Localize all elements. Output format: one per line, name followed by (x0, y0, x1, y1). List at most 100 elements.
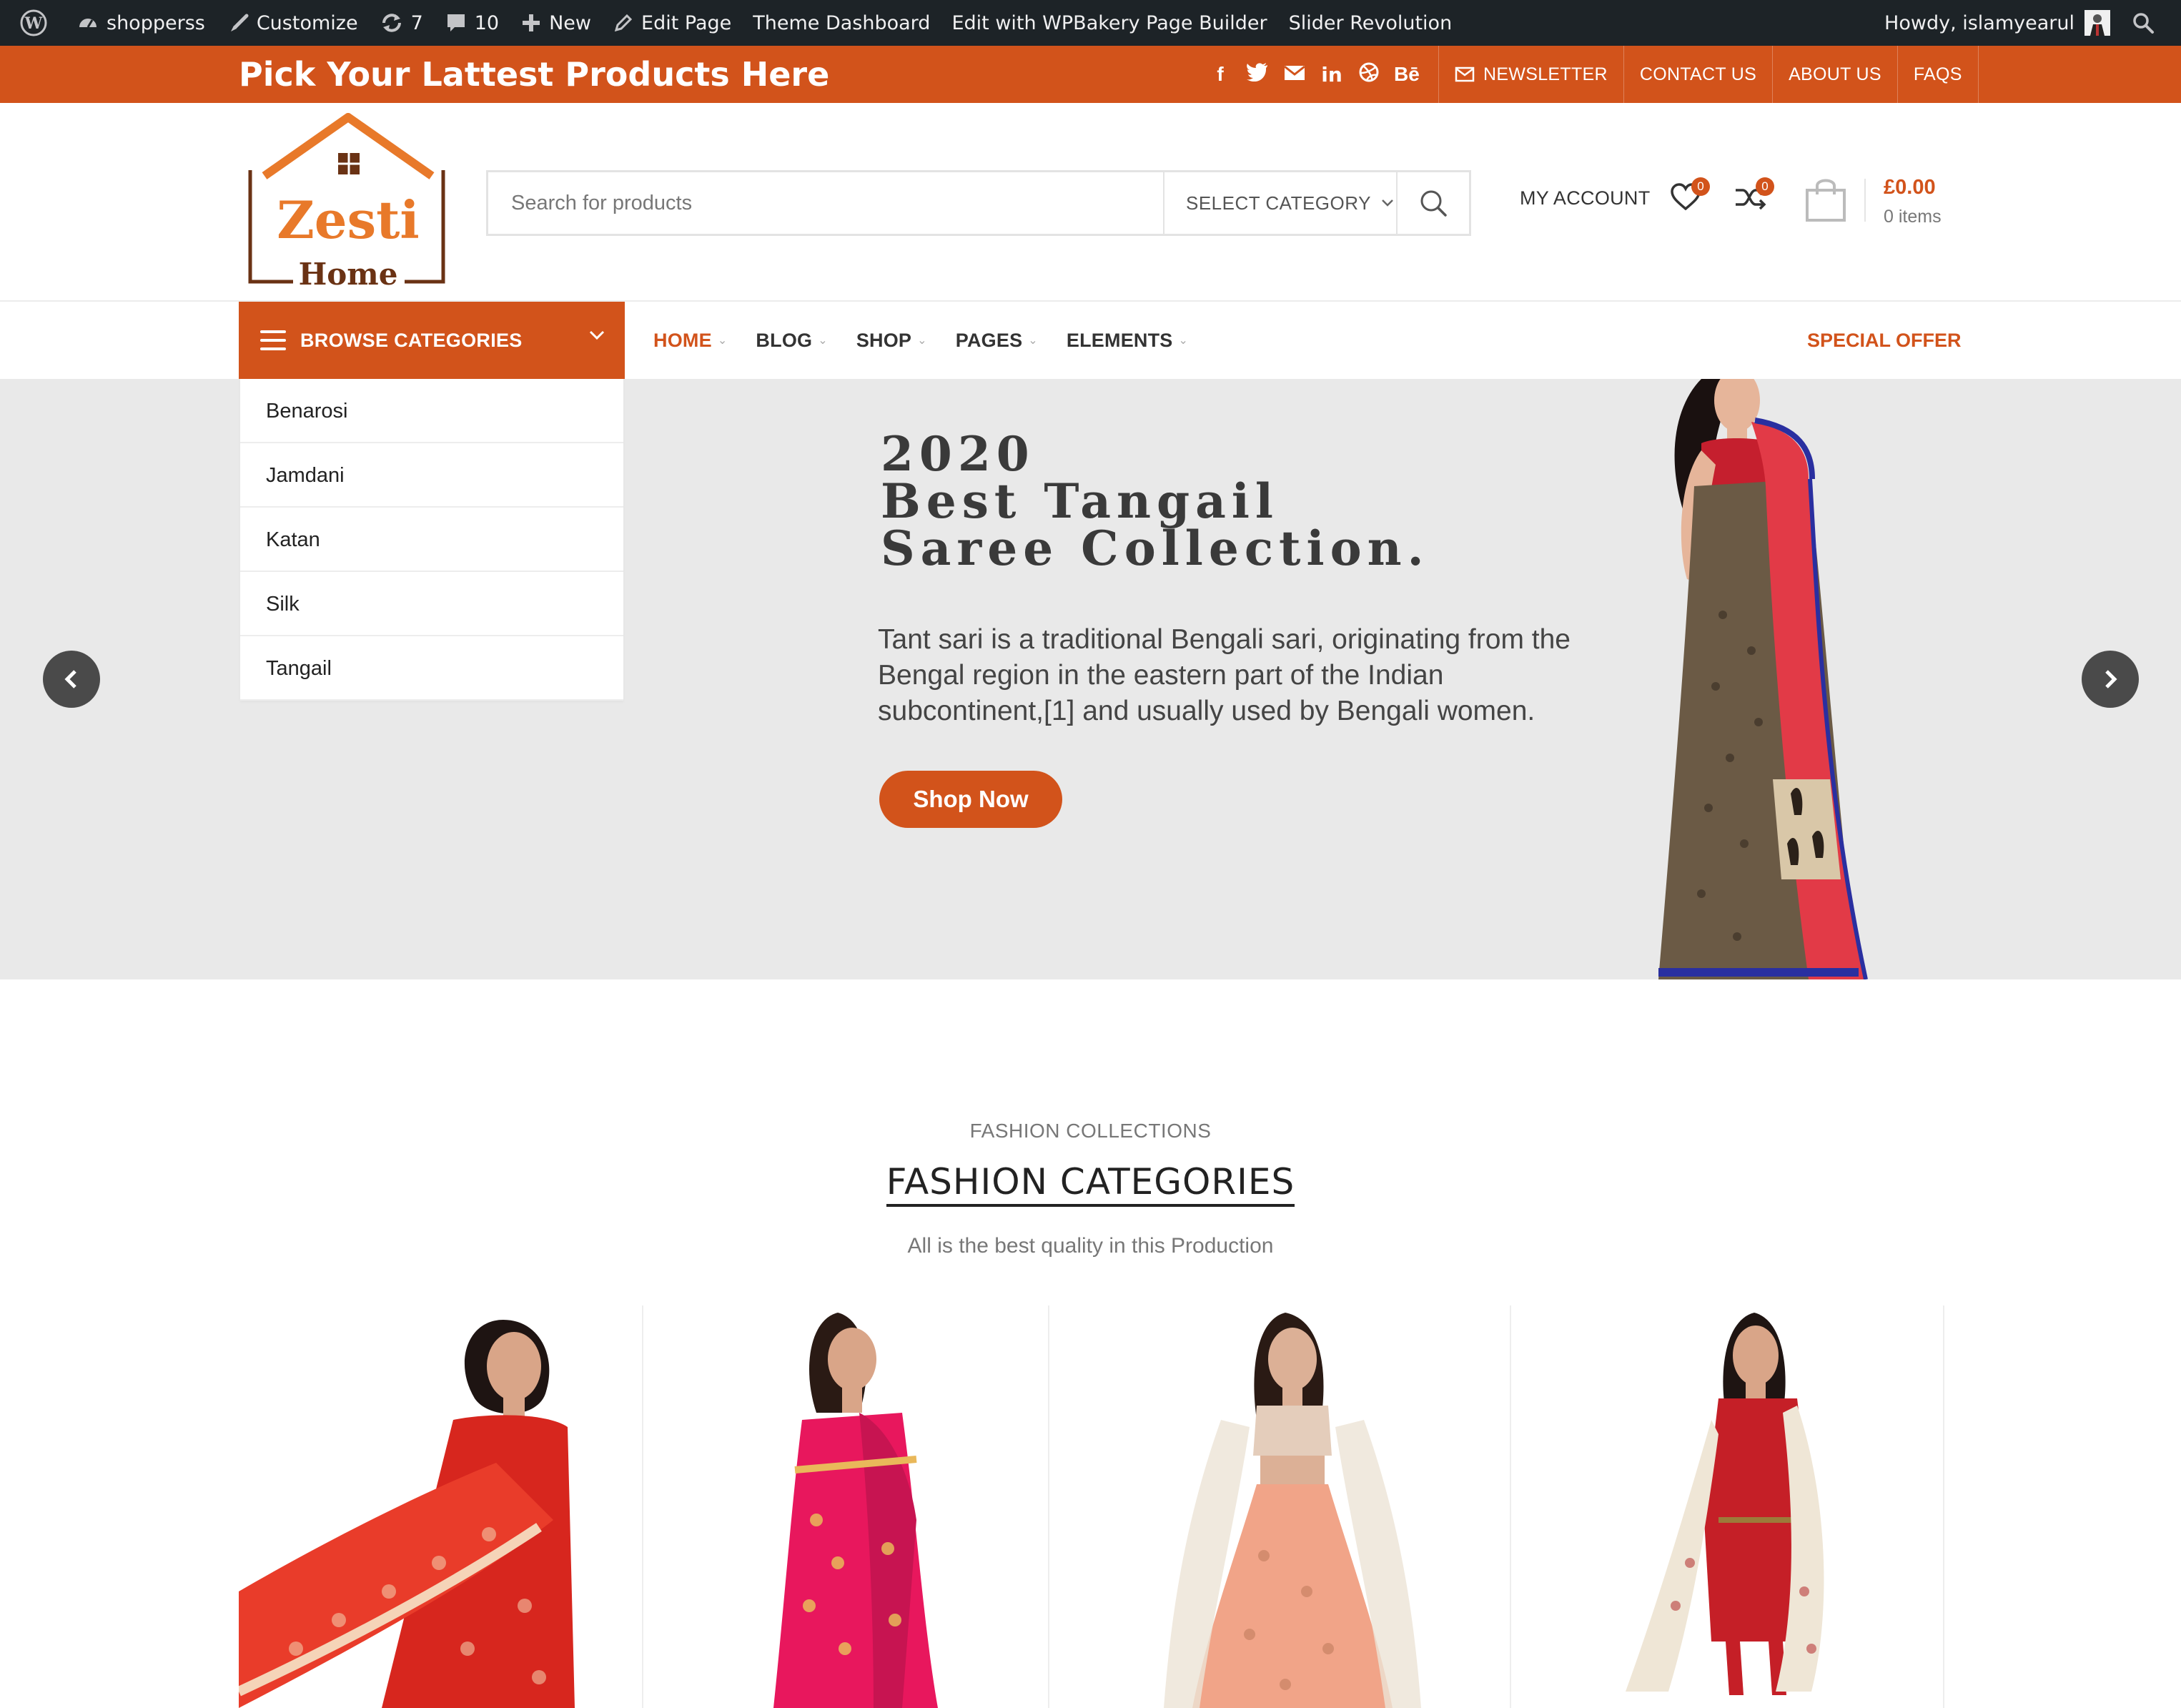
twitter-icon[interactable] (1245, 62, 1270, 87)
admin-wpbakery-link[interactable]: Edit with WPBakery Page Builder (941, 0, 1277, 46)
newsletter-link[interactable]: NEWSLETTER (1438, 46, 1623, 103)
promo-text: Pick Your Lattest Products Here (239, 55, 830, 94)
behance-icon[interactable]: Bē (1394, 63, 1420, 86)
category-card[interactable] (645, 1305, 1049, 1708)
slider-prev-button[interactable] (43, 651, 100, 708)
admin-user-menu[interactable]: Howdy, islamyearul (1874, 0, 2121, 46)
search-button[interactable] (1396, 172, 1469, 234)
browse-categories-button[interactable]: BROWSE CATEGORIES (239, 302, 625, 379)
category-image (239, 1320, 575, 1708)
facebook-icon[interactable]: f (1208, 63, 1232, 86)
hero-slider: Benarosi Jamdani Katan Silk Tangail 2020… (0, 379, 2181, 979)
avatar (2084, 10, 2110, 36)
admin-new-link[interactable]: New (510, 0, 602, 46)
linkedin-icon[interactable]: in (1320, 63, 1344, 87)
section-description: All is the best quality in this Producti… (907, 1234, 1274, 1258)
site-logo[interactable]: Zesti Home (243, 113, 453, 292)
category-card[interactable] (239, 1305, 643, 1708)
comment-icon (447, 14, 465, 31)
category-item-silk[interactable]: Silk (240, 572, 623, 636)
admin-theme-dashboard-link[interactable]: Theme Dashboard (742, 0, 941, 46)
chevron-down-icon: ⌄ (717, 335, 728, 347)
site-header: Zesti Home Search for products SELECT CA… (0, 103, 2181, 302)
menu-item-home[interactable]: HOME ⌄ (653, 330, 727, 352)
category-item-jamdani[interactable]: Jamdani (240, 443, 623, 508)
special-offer-link[interactable]: SPECIAL OFFER (1807, 302, 1962, 379)
admin-site-link[interactable]: shopperss (66, 0, 216, 46)
logo-text-home: Home (299, 257, 398, 292)
menu-item-elements[interactable]: ELEMENTS ⌄ (1067, 330, 1188, 352)
howdy-text: Howdy, islamyearul (1884, 11, 2074, 34)
category-image (1164, 1313, 1421, 1708)
faqs-link[interactable]: FAQS (1896, 46, 1979, 103)
slide-title: 2020 Best Tangail Saree Collection. (881, 426, 1430, 576)
menu-item-shop[interactable]: SHOP ⌄ (856, 330, 927, 352)
admin-slider-revolution-link[interactable]: Slider Revolution (1278, 0, 1463, 46)
category-item-tangail[interactable]: Tangail (240, 636, 623, 701)
main-navigation: BROWSE CATEGORIES HOME ⌄ BLOG ⌄ SHOP ⌄ PAGE… (0, 302, 2181, 379)
section-subtitle: FASHION COLLECTIONS (969, 1120, 1212, 1142)
compare-count-badge: 0 (1756, 177, 1774, 196)
contact-us-link[interactable]: CONTACT US (1623, 46, 1772, 103)
admin-site-name: shopperss (107, 11, 205, 34)
category-image (1626, 1313, 1824, 1695)
pencil-icon (614, 14, 633, 32)
chevron-down-icon (1382, 199, 1393, 207)
menu-bar: HOME ⌄ BLOG ⌄ SHOP ⌄ PAGES ⌄ ELEMENTS ⌄ (653, 302, 1188, 379)
admin-edit-page-link[interactable]: Edit Page (602, 0, 742, 46)
social-links: f in Bē (1208, 46, 1420, 103)
chevron-down-icon: ⌄ (1178, 335, 1189, 347)
cart-divider (1864, 179, 1866, 222)
cart-total[interactable]: £0.00 (1884, 176, 1936, 199)
top-bar: Pick Your Lattest Products Here f in Bē … (0, 46, 2181, 103)
menu-item-blog[interactable]: BLOG ⌄ (756, 330, 827, 352)
dribbble-icon[interactable] (1357, 61, 1381, 88)
chevron-down-icon (589, 330, 605, 340)
slide-description: Tant sari is a traditional Bengali sari,… (878, 624, 1571, 726)
admin-comments-link[interactable]: 10 (434, 0, 510, 46)
section-title: FASHION CATEGORIES (0, 1161, 2181, 1207)
category-item-benarosi[interactable]: Benarosi (240, 379, 623, 443)
chevron-down-icon: ⌄ (818, 335, 828, 347)
category-card[interactable] (1078, 1305, 1511, 1708)
my-account-link[interactable]: MY ACCOUNT (1520, 187, 1651, 209)
dashboard-icon (79, 19, 97, 28)
chevron-left-icon (64, 670, 76, 688)
admin-customize-link[interactable]: Customize (216, 0, 369, 46)
menu-item-pages[interactable]: PAGES ⌄ (956, 330, 1038, 352)
search-icon (1420, 190, 1447, 217)
compare-button[interactable]: 0 (1734, 177, 1774, 220)
email-icon[interactable] (1282, 63, 1307, 86)
cart-button[interactable] (1804, 176, 1847, 222)
hamburger-icon (260, 330, 286, 350)
shopping-bag-icon (1806, 179, 1846, 222)
category-dropdown-list: Benarosi Jamdani Katan Silk Tangail (240, 379, 623, 701)
svg-text:W: W (24, 14, 43, 33)
cart-item-count: 0 items (1884, 207, 1942, 227)
brush-icon (230, 14, 249, 31)
chevron-right-icon (2105, 670, 2117, 688)
plus-icon (523, 14, 540, 31)
updates-icon (382, 14, 401, 32)
wishlist-count-badge: 0 (1691, 177, 1710, 196)
chevron-down-icon: ⌄ (917, 335, 927, 347)
logo-text-zesti: Zesti (277, 189, 420, 250)
search-input[interactable]: Search for products (511, 172, 692, 234)
shop-now-button[interactable]: Shop Now (879, 771, 1062, 828)
slider-next-button[interactable] (2082, 651, 2139, 708)
admin-updates-link[interactable]: 7 (369, 0, 434, 46)
select-category-dropdown[interactable]: SELECT CATEGORY (1163, 172, 1398, 234)
chevron-down-icon: ⌄ (1028, 335, 1038, 347)
wordpress-logo-icon[interactable]: W (9, 0, 66, 46)
category-image (773, 1313, 938, 1708)
category-card[interactable] (1511, 1305, 1944, 1708)
envelope-icon (1455, 66, 1475, 82)
slide-model-image (1658, 379, 1868, 979)
wishlist-button[interactable]: 0 (1670, 177, 1710, 220)
search-form: Search for products SELECT CATEGORY (486, 170, 1471, 236)
about-us-link[interactable]: ABOUT US (1772, 46, 1897, 103)
top-links: NEWSLETTER CONTACT US ABOUT US FAQS (1438, 46, 1979, 103)
category-item-katan[interactable]: Katan (240, 508, 623, 572)
admin-bar: W shopperss Customize 7 10 New Edit Page… (0, 0, 2181, 46)
admin-search-icon[interactable] (2121, 0, 2172, 46)
